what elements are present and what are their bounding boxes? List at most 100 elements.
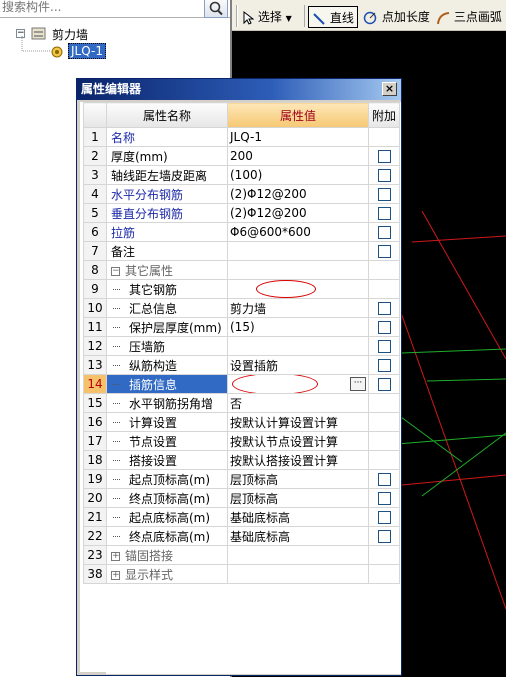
property-value[interactable]: (2)Φ12@200	[227, 184, 369, 204]
row-number: 13	[83, 355, 107, 375]
property-row[interactable]: 6 拉筋 Φ6@600*600	[83, 222, 400, 242]
property-value[interactable]	[227, 336, 369, 356]
extra-checkbox[interactable]	[377, 188, 391, 201]
point-length-button[interactable]: 点加长度	[362, 6, 430, 28]
header-value[interactable]: 属性值	[227, 102, 369, 128]
extra-checkbox[interactable]	[377, 378, 391, 391]
extra-checkbox[interactable]	[377, 359, 391, 372]
property-row[interactable]: 13 纵筋构造 设置插筋	[83, 355, 400, 375]
select-button[interactable]: 选择 ▼	[242, 6, 292, 28]
property-value[interactable]: 剪力墙	[227, 298, 369, 318]
property-value[interactable]: 基础底标高	[227, 526, 369, 546]
property-name: 水平分布钢筋	[106, 184, 228, 204]
chevron-down-icon: ▼	[285, 14, 292, 23]
property-row[interactable]: 4 水平分布钢筋 (2)Φ12@200	[83, 184, 400, 204]
property-value[interactable]: 设置插筋	[227, 355, 369, 375]
property-value[interactable]: 层顶标高	[227, 488, 369, 508]
property-row[interactable]: 2 厚度(mm) 200	[83, 146, 400, 166]
extra-checkbox[interactable]	[377, 150, 391, 163]
expand-icon[interactable]: +	[111, 570, 120, 580]
extra-checkbox[interactable]	[377, 245, 391, 258]
property-value-text: JLQ-1	[230, 130, 262, 144]
extra-cell	[368, 146, 400, 166]
search-button[interactable]	[204, 0, 228, 18]
property-row[interactable]: 15 水平钢筋拐角增 否	[83, 393, 400, 413]
property-name-text: 压墙筋	[129, 339, 166, 354]
property-row[interactable]: 14 插筋信息 ···	[83, 374, 400, 394]
property-value[interactable]: 按默认搭接设置计算	[227, 450, 369, 470]
property-value[interactable]: JLQ-1	[227, 127, 369, 147]
property-value[interactable]: 200	[227, 146, 369, 166]
property-name: 拉筋	[106, 222, 228, 242]
search-input[interactable]	[2, 0, 198, 17]
property-value[interactable]: 按默认计算设置计算	[227, 412, 369, 432]
property-row[interactable]: 17 节点设置 按默认节点设置计算	[83, 431, 400, 451]
property-value[interactable]	[227, 260, 369, 280]
property-row[interactable]: 1 名称 JLQ-1	[83, 127, 400, 147]
property-value[interactable]: 层顶标高	[227, 469, 369, 489]
property-value[interactable]: 基础底标高	[227, 507, 369, 527]
row-number: 9	[83, 279, 107, 299]
property-row[interactable]: 20 终点顶标高(m) 层顶标高	[83, 488, 400, 508]
row-number: 19	[83, 469, 107, 489]
property-value[interactable]: (15)	[227, 317, 369, 337]
ellipsis-button[interactable]: ···	[350, 377, 366, 391]
property-row[interactable]: 38 + 显示样式	[83, 564, 400, 584]
extra-cell	[368, 564, 400, 584]
header-name[interactable]: 属性名称	[106, 102, 228, 128]
extra-checkbox[interactable]	[377, 473, 391, 486]
property-row[interactable]: 11 保护层厚度(mm) (15)	[83, 317, 400, 337]
property-row[interactable]: 19 起点顶标高(m) 层顶标高	[83, 469, 400, 489]
property-value[interactable]: (2)Φ12@200	[227, 203, 369, 223]
property-row[interactable]: 23 + 锚固搭接	[83, 545, 400, 565]
property-row[interactable]: 5 垂直分布钢筋 (2)Φ12@200	[83, 203, 400, 223]
property-row[interactable]: 10 汇总信息 剪力墙	[83, 298, 400, 318]
extra-checkbox[interactable]	[377, 530, 391, 543]
property-value[interactable]: 按默认节点设置计算	[227, 431, 369, 451]
extra-checkbox[interactable]	[377, 226, 391, 239]
dialog-title-bar[interactable]: 属性编辑器 ×	[77, 79, 401, 100]
property-value[interactable]: (100)	[227, 165, 369, 185]
property-row[interactable]: 8− 其它属性	[83, 260, 400, 280]
extra-checkbox[interactable]	[377, 321, 391, 334]
property-name: 纵筋构造	[106, 355, 228, 375]
extra-checkbox[interactable]	[377, 492, 391, 505]
three-point-arc-button[interactable]: 三点画弧	[436, 6, 502, 28]
collapse-icon[interactable]: −	[111, 266, 120, 276]
property-row[interactable]: 22 终点底标高(m) 基础底标高	[83, 526, 400, 546]
row-number: 2	[83, 146, 107, 166]
property-row[interactable]: 16 计算设置 按默认计算设置计算	[83, 412, 400, 432]
extra-cell	[368, 203, 400, 223]
property-name: 轴线距左墙皮距离	[106, 165, 228, 185]
close-button[interactable]: ×	[382, 82, 397, 96]
property-row[interactable]: 12 压墙筋	[83, 336, 400, 356]
property-name: − 其它属性	[106, 260, 228, 280]
extra-checkbox[interactable]	[377, 340, 391, 353]
property-row[interactable]: 21 起点底标高(m) 基础底标高	[83, 507, 400, 527]
property-value[interactable]: 否	[227, 393, 369, 413]
property-name-text: 插筋信息	[129, 377, 178, 392]
dialog-body: 属性名称 属性值 附加 1 名称 JLQ-1 2 厚度(mm) 200 3 轴线距左墙皮距离 (100…	[77, 100, 401, 675]
property-value[interactable]: Φ6@600*600	[227, 222, 369, 242]
component-icon	[51, 46, 63, 58]
property-value[interactable]	[227, 241, 369, 261]
line-button[interactable]: 直线	[308, 6, 358, 28]
property-value[interactable]	[227, 545, 369, 565]
property-value[interactable]	[227, 279, 369, 299]
header-extra[interactable]: 附加	[368, 102, 400, 128]
extra-checkbox[interactable]	[377, 511, 391, 524]
extra-checkbox[interactable]	[377, 302, 391, 315]
group-label: 显示样式	[125, 567, 174, 582]
tree-node-label: JLQ-1	[68, 43, 106, 59]
property-row[interactable]: 7 备注	[83, 241, 400, 261]
property-row[interactable]: 18 搭接设置 按默认搭接设置计算	[83, 450, 400, 470]
extra-checkbox[interactable]	[377, 207, 391, 220]
expand-icon[interactable]: +	[111, 551, 120, 561]
property-row[interactable]: 3 轴线距左墙皮距离 (100)	[83, 165, 400, 185]
property-table: 属性名称 属性值 附加 1 名称 JLQ-1 2 厚度(mm) 200 3 轴线距左墙皮距离 (100…	[83, 102, 400, 584]
extra-checkbox[interactable]	[377, 169, 391, 182]
property-value[interactable]: ···	[227, 374, 369, 394]
property-name: 名称	[106, 127, 228, 147]
property-value[interactable]	[227, 564, 369, 584]
property-row[interactable]: 9 其它钢筋	[83, 279, 400, 299]
